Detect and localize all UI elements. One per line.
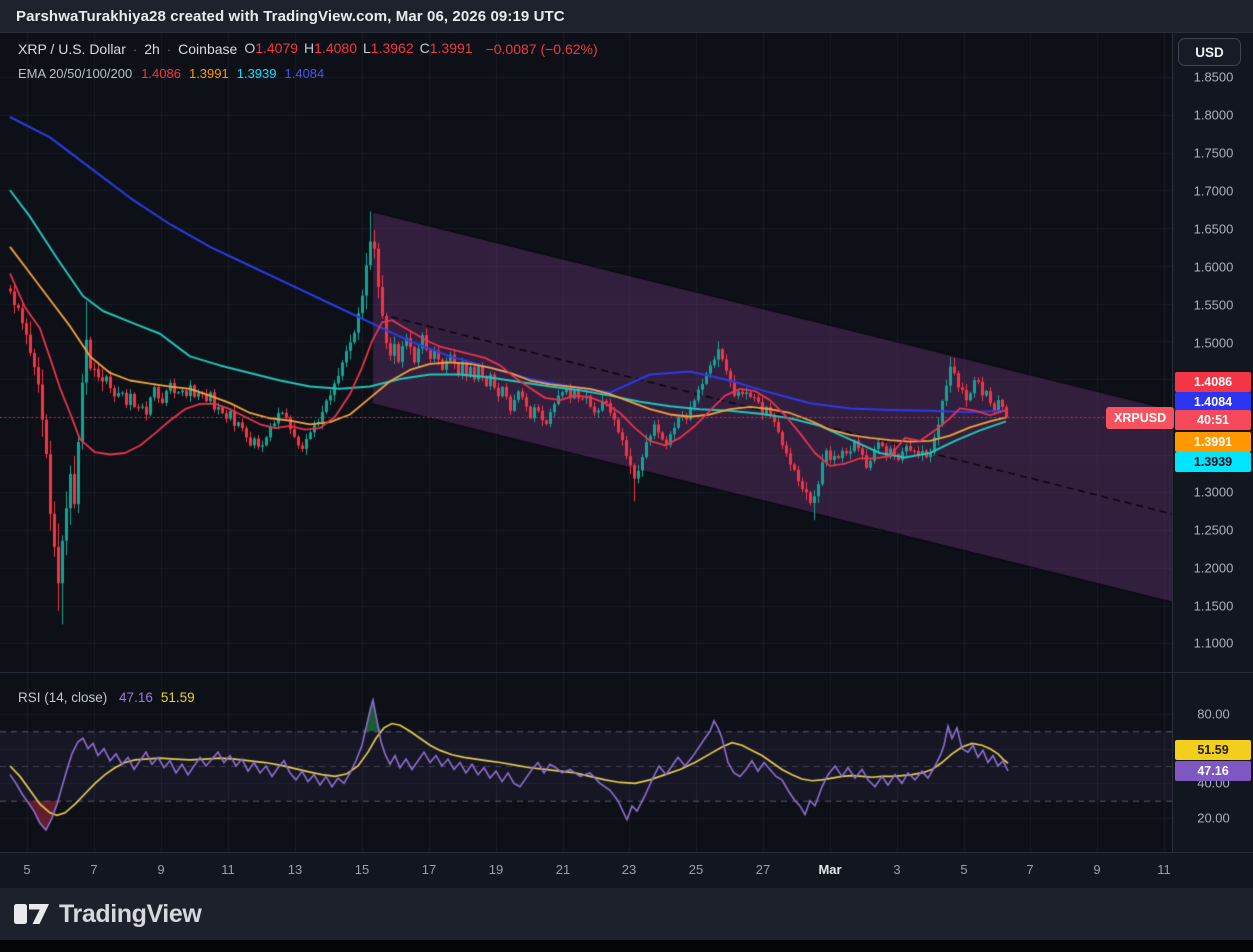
ema-value: 1.3991 <box>189 66 229 81</box>
ohlc-value: 1.4080 <box>314 40 357 56</box>
ohlc-item: L1.3962 <box>363 40 414 56</box>
axis-tick-label: 1.8000 <box>1173 108 1253 123</box>
ohlc-item: C1.3991 <box>420 40 473 56</box>
axis-tick-label: 1.2000 <box>1173 561 1253 576</box>
ohlc-key: L <box>363 40 371 56</box>
time-axis-label: Mar <box>818 862 841 877</box>
bottom-strip <box>0 940 1253 952</box>
rsi-value: 47.16 <box>119 690 153 705</box>
time-axis-label: 5 <box>960 862 967 877</box>
exchange-label: Coinbase <box>178 41 237 57</box>
attribution-text: ParshwaTurakhiya28 created with TradingV… <box>16 8 565 25</box>
axis-tick-label: 1.8500 <box>1173 70 1253 85</box>
ema-value: 1.3939 <box>237 66 277 81</box>
axis-tick-label: 1.2500 <box>1173 523 1253 538</box>
time-axis-label: 11 <box>1157 862 1171 877</box>
price-label-chip: XRPUSD <box>1106 407 1174 429</box>
pane-separator[interactable] <box>0 672 1253 673</box>
tradingview-wordmark: TradingView <box>59 900 201 929</box>
rsi-label: RSI (14, close) <box>18 690 107 705</box>
ohlc-key: H <box>304 40 314 56</box>
tradingview-logo[interactable]: TradingView <box>14 900 201 929</box>
axis-tick-label: 1.6500 <box>1173 222 1253 237</box>
time-axis-label: 21 <box>556 862 570 877</box>
time-axis-label: 7 <box>1026 862 1033 877</box>
price-tag: 1.4086 <box>1175 372 1251 392</box>
interval-label: 2h <box>144 41 160 57</box>
time-axis-label: 15 <box>355 862 369 877</box>
ohlc-values: O1.4079 H1.4080 L1.3962 C1.3991 <box>244 40 478 58</box>
ohlc-item: H1.4080 <box>304 40 357 56</box>
rsi-legend-row[interactable]: RSI (14, close) 47.16 51.59 <box>18 690 211 705</box>
time-axis-label: 23 <box>622 862 636 877</box>
axis-tick-label: 1.5500 <box>1173 298 1253 313</box>
time-axis-label: 9 <box>157 862 164 877</box>
price-tag: 1.4084 <box>1175 392 1251 412</box>
ohlc-key: O <box>244 40 255 56</box>
time-axis-label: 13 <box>288 862 302 877</box>
price-tag: 1.3991 <box>1175 432 1251 452</box>
rsi-value: 51.59 <box>161 690 195 705</box>
ohlc-key: C <box>420 40 430 56</box>
time-axis-label: 25 <box>689 862 703 877</box>
chart-legend[interactable]: XRP / U.S. Dollar · 2h · Coinbase O1.407… <box>18 38 598 84</box>
axis-tick-label: 1.3000 <box>1173 485 1253 500</box>
time-axis-label: 9 <box>1093 862 1100 877</box>
time-axis-label: 19 <box>489 862 503 877</box>
ema-values: 1.4086 1.3991 1.3939 1.4084 <box>139 66 330 81</box>
time-axis[interactable]: 5 7 9 11 13 15 17 19 21 23 25 27 Mar 3 5 7 9 11 <box>0 852 1253 889</box>
time-axis-label: 3 <box>893 862 900 877</box>
chart-canvas[interactable] <box>0 0 1253 888</box>
ema-label: EMA 20/50/100/200 <box>18 66 132 81</box>
legend-separator: · <box>133 42 137 57</box>
ema-value: 1.4084 <box>285 66 325 81</box>
attribution-bar: ParshwaTurakhiya28 created with TradingV… <box>0 0 1253 33</box>
price-label-chip-text: XRPUSD <box>1114 411 1166 425</box>
price-tag: 1.3939 <box>1175 452 1251 472</box>
rsi-values: 47.16 51.59 <box>119 690 203 705</box>
footer-bar: TradingView <box>0 888 1253 940</box>
axis-tick-label: 20.00 <box>1173 811 1253 826</box>
ohlc-value: 1.3991 <box>430 40 473 56</box>
time-axis-label: 5 <box>23 862 30 877</box>
axis-tick-label: 1.1500 <box>1173 599 1253 614</box>
price-tag: 47.16 <box>1175 761 1251 781</box>
legend-separator: · <box>167 42 171 57</box>
ema-legend-row[interactable]: EMA 20/50/100/200 1.40861.39911.39391.40… <box>18 62 598 84</box>
time-axis-label: 11 <box>221 862 235 877</box>
ohlc-item: O1.4079 <box>244 40 298 56</box>
time-axis-label: 17 <box>422 862 436 877</box>
ohlc-value: 1.4079 <box>255 40 298 56</box>
axis-tick-label: 80.00 <box>1173 707 1253 722</box>
currency-toggle-button[interactable]: USD <box>1178 38 1241 66</box>
ema-value: 1.4086 <box>141 66 181 81</box>
time-axis-label: 27 <box>756 862 770 877</box>
change-value: −0.0087 (−0.62%) <box>486 41 598 57</box>
axis-tick-label: 1.6000 <box>1173 260 1253 275</box>
time-axis-label: 7 <box>90 862 97 877</box>
axis-tick-label: 1.1000 <box>1173 636 1253 651</box>
price-tag: 51.59 <box>1175 740 1251 760</box>
tradingview-logo-icon <box>14 901 50 927</box>
tradingview-chart-window: ParshwaTurakhiya28 created with TradingV… <box>0 0 1253 952</box>
axis-tick-label: 1.5000 <box>1173 336 1253 351</box>
ohlc-value: 1.3962 <box>371 40 414 56</box>
axis-tick-label: 1.7000 <box>1173 184 1253 199</box>
axis-tick-label: 1.7500 <box>1173 146 1253 161</box>
symbol-title: XRP / U.S. Dollar <box>18 41 126 57</box>
price-axis[interactable]: USD 1.8500 1.8000 1.7500 1.7000 1.6500 1.6000… <box>1172 32 1253 888</box>
price-tag: 40:51 <box>1175 410 1251 430</box>
symbol-legend-row[interactable]: XRP / U.S. Dollar · 2h · Coinbase O1.407… <box>18 38 598 60</box>
